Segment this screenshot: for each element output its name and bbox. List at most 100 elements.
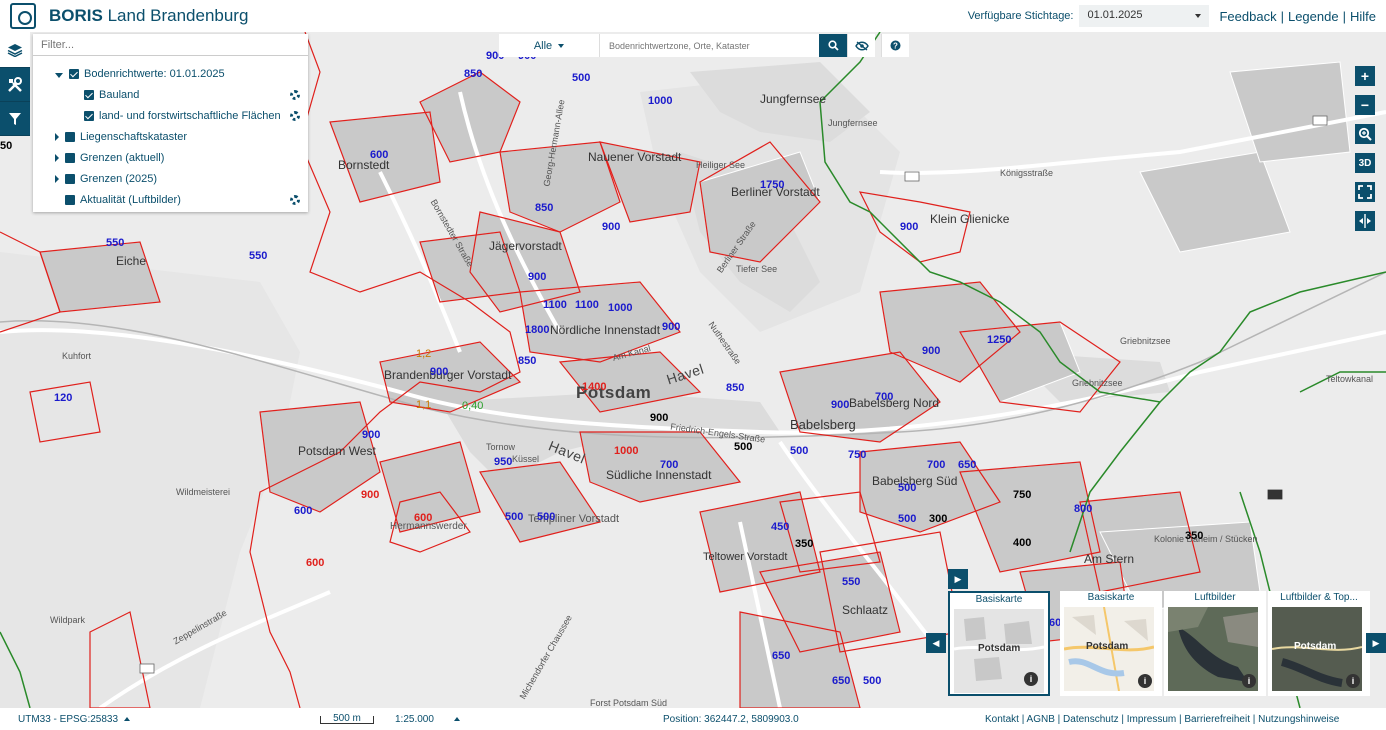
search-button[interactable] xyxy=(819,34,847,57)
info-icon[interactable]: i xyxy=(1024,672,1038,686)
land-value[interactable]: 1400 xyxy=(582,381,606,393)
layer-row-bauland[interactable]: Bauland xyxy=(84,87,308,103)
search-input[interactable] xyxy=(600,34,819,57)
land-value[interactable]: 120 xyxy=(54,392,72,404)
info-icon[interactable]: i xyxy=(1242,674,1256,688)
land-value[interactable]: 500 xyxy=(863,675,881,687)
land-value[interactable]: 500 xyxy=(898,513,916,525)
land-value[interactable]: 1000 xyxy=(614,445,638,457)
land-value[interactable]: 500 xyxy=(898,482,916,494)
land-value[interactable]: 1750 xyxy=(760,179,784,191)
layer-checkbox[interactable] xyxy=(84,90,94,100)
layer-row-bodenrichtwerte[interactable]: Bodenrichtwerte: 01.01.2025 xyxy=(55,66,225,82)
layer-row-lf-flaechen[interactable]: land- und forstwirtschaftliche Flächen xyxy=(84,108,308,124)
layer-checkbox[interactable] xyxy=(69,69,79,79)
land-value[interactable]: 900 xyxy=(900,221,918,233)
info-icon[interactable]: i xyxy=(1346,674,1360,688)
land-value[interactable]: 50 xyxy=(0,140,12,152)
info-icon[interactable]: i xyxy=(1138,674,1152,688)
layer-row-grenzen-2025[interactable]: Grenzen (2025) xyxy=(55,171,157,187)
layer-row-liegenschaftskataster[interactable]: Liegenschaftskataster xyxy=(55,129,187,145)
land-value[interactable]: 350 xyxy=(1185,530,1203,542)
land-value[interactable]: 550 xyxy=(106,237,124,249)
land-value[interactable]: 950 xyxy=(494,456,512,468)
fullscreen-button[interactable] xyxy=(1355,182,1375,202)
nutzungshinweise-link[interactable]: Nutzungshinweise xyxy=(1258,714,1339,725)
land-value[interactable]: 850 xyxy=(726,382,744,394)
basemap-next-button[interactable]: ▶ xyxy=(1366,633,1386,653)
land-value[interactable]: 350 xyxy=(795,538,813,550)
land-value[interactable]: 1,2 xyxy=(416,348,431,360)
layer-row-grenzen-aktuell[interactable]: Grenzen (aktuell) xyxy=(55,150,164,166)
land-value[interactable]: 900 xyxy=(602,221,620,233)
land-value[interactable]: 1000 xyxy=(648,95,672,107)
3d-button[interactable]: 3D xyxy=(1355,153,1375,173)
land-value[interactable]: 900 xyxy=(922,345,940,357)
land-value[interactable]: 450 xyxy=(771,521,789,533)
agnb-link[interactable]: AGNB xyxy=(1027,714,1055,725)
layer-checkbox[interactable] xyxy=(65,153,75,163)
filter-button[interactable] xyxy=(0,102,30,136)
layer-checkbox[interactable] xyxy=(65,174,75,184)
tools-button[interactable] xyxy=(0,68,30,102)
land-value[interactable]: 650 xyxy=(958,459,976,471)
land-value[interactable]: 900 xyxy=(662,321,680,333)
layers-button[interactable] xyxy=(0,32,30,68)
land-value[interactable]: 650 xyxy=(832,675,850,687)
land-value[interactable]: 850 xyxy=(464,68,482,80)
land-value[interactable]: 750 xyxy=(848,449,866,461)
caret-right-icon[interactable] xyxy=(55,133,59,141)
basemap-prev-button[interactable]: ◀ xyxy=(926,633,946,653)
land-value[interactable]: 500 xyxy=(790,445,808,457)
caret-down-icon[interactable] xyxy=(55,72,63,78)
split-view-button[interactable] xyxy=(1355,211,1375,231)
land-value[interactable]: 800 xyxy=(1074,503,1092,515)
land-value[interactable]: 1000 xyxy=(608,302,632,314)
land-value[interactable]: 400 xyxy=(1013,537,1031,549)
land-value[interactable]: 900 xyxy=(362,429,380,441)
stichtag-select[interactable]: 01.01.2025 xyxy=(1079,5,1210,27)
land-value[interactable]: 900 xyxy=(650,412,668,424)
gear-icon[interactable] xyxy=(290,195,300,205)
land-value[interactable]: 900 xyxy=(831,399,849,411)
land-value[interactable]: 1100 xyxy=(543,299,567,311)
feedback-link[interactable]: Feedback xyxy=(1219,9,1276,24)
layer-filter-input[interactable] xyxy=(33,34,308,56)
land-value[interactable]: 700 xyxy=(927,459,945,471)
basemap-option[interactable]: Basiskarte Potsdam i xyxy=(1060,591,1162,696)
layer-row-aktualitaet[interactable]: Aktualität (Luftbilder) xyxy=(65,192,308,208)
crs-select[interactable]: UTM33 - EPSG:25833 xyxy=(18,714,131,725)
basemap-option[interactable]: Luftbilder i xyxy=(1164,591,1266,696)
hilfe-link[interactable]: Hilfe xyxy=(1350,9,1376,24)
land-value[interactable]: 600 xyxy=(294,505,312,517)
land-value[interactable]: 1100 xyxy=(575,299,599,311)
legende-link[interactable]: Legende xyxy=(1288,9,1339,24)
layer-checkbox[interactable] xyxy=(65,195,75,205)
hide-results-button[interactable] xyxy=(847,34,875,57)
search-category-select[interactable]: Alle xyxy=(499,34,600,57)
land-value[interactable]: 500 xyxy=(505,511,523,523)
land-value[interactable]: 700 xyxy=(875,391,893,403)
land-value[interactable]: 550 xyxy=(249,250,267,262)
land-value[interactable]: 1,1 xyxy=(416,399,431,411)
land-value[interactable]: 650 xyxy=(772,650,790,662)
help-button[interactable]: ? xyxy=(881,34,909,57)
impressum-link[interactable]: Impressum xyxy=(1127,714,1176,725)
caret-right-icon[interactable] xyxy=(55,175,59,183)
zoom-to-extent-button[interactable] xyxy=(1355,124,1375,144)
land-value[interactable]: 600 xyxy=(306,557,324,569)
land-value[interactable]: 500 xyxy=(537,511,555,523)
land-value[interactable]: 900 xyxy=(528,271,546,283)
land-value[interactable]: 500 xyxy=(572,72,590,84)
land-value[interactable]: 300 xyxy=(929,513,947,525)
scale-select[interactable]: 1:25.000 xyxy=(395,714,460,725)
land-value[interactable]: 600 xyxy=(370,149,388,161)
gear-icon[interactable] xyxy=(290,111,300,121)
land-value[interactable]: 1800 xyxy=(525,324,549,336)
kontakt-link[interactable]: Kontakt xyxy=(985,714,1019,725)
land-value[interactable]: 600 xyxy=(414,512,432,524)
basemap-collapse-button[interactable]: ▶ xyxy=(948,569,968,589)
land-value[interactable]: 500 xyxy=(734,441,752,453)
land-value[interactable]: 850 xyxy=(535,202,553,214)
datenschutz-link[interactable]: Datenschutz xyxy=(1063,714,1119,725)
